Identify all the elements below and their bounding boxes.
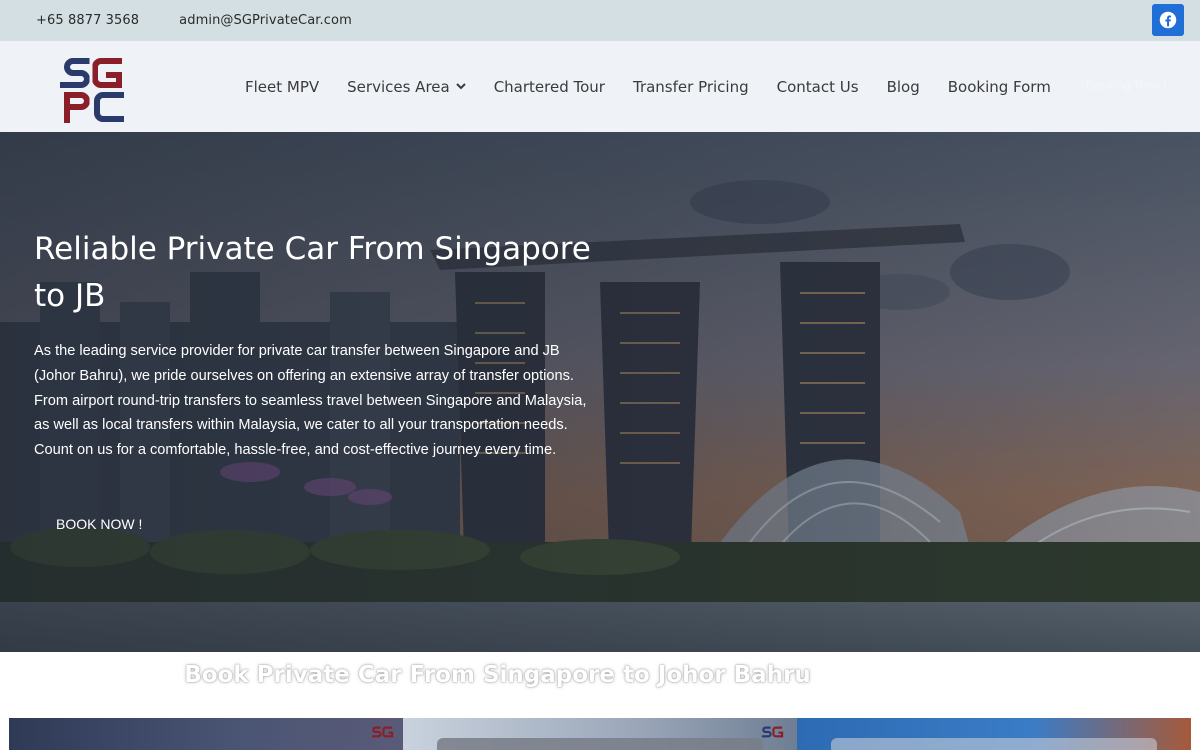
- nav-contact-us[interactable]: Contact Us: [763, 78, 873, 96]
- card-caption-bar: [437, 738, 763, 750]
- service-card-2[interactable]: [403, 718, 797, 750]
- chevron-down-icon: [455, 83, 466, 90]
- site-header: Fleet MPV Services Area Chartered Tour T…: [0, 41, 1200, 132]
- service-cards: [9, 718, 1191, 750]
- sgpc-logo-icon: [59, 55, 125, 124]
- nav-services-area[interactable]: Services Area: [333, 78, 480, 96]
- nav-blog[interactable]: Blog: [873, 78, 934, 96]
- card-caption-bar: [831, 738, 1157, 750]
- email-address[interactable]: admin@SGPrivateCar.com: [179, 13, 352, 28]
- facebook-button[interactable]: [1152, 4, 1184, 36]
- facebook-icon: [1159, 11, 1177, 29]
- service-card-1[interactable]: [9, 718, 403, 750]
- service-card-3[interactable]: [797, 718, 1191, 750]
- site-logo[interactable]: [55, 51, 127, 124]
- top-bar: +65 8877 3568 admin@SGPrivateCar.com: [0, 0, 1200, 41]
- phone-number[interactable]: +65 8877 3568: [36, 13, 139, 28]
- nav-booking-form[interactable]: Booking Form: [934, 78, 1065, 96]
- hero-title: Reliable Private Car From Singapore to J…: [34, 231, 591, 314]
- booking-now-button[interactable]: Booking Now !: [1086, 78, 1167, 92]
- hero-description: As the leading service provider for priv…: [34, 343, 587, 459]
- sgpc-logo-icon: [371, 726, 394, 738]
- section-title: Book Private Car From Singapore to Johor…: [184, 662, 811, 688]
- nav-chartered-tour[interactable]: Chartered Tour: [480, 78, 619, 96]
- nav-fleet-mpv[interactable]: Fleet MPV: [231, 78, 333, 96]
- nav-transfer-pricing[interactable]: Transfer Pricing: [619, 78, 763, 96]
- hero-section: Reliable Private Car From Singapore to J…: [0, 132, 1200, 652]
- book-now-button[interactable]: BOOK NOW !: [34, 509, 164, 539]
- main-nav: Fleet MPV Services Area Chartered Tour T…: [231, 41, 1065, 132]
- sgpc-logo-icon: [761, 726, 784, 738]
